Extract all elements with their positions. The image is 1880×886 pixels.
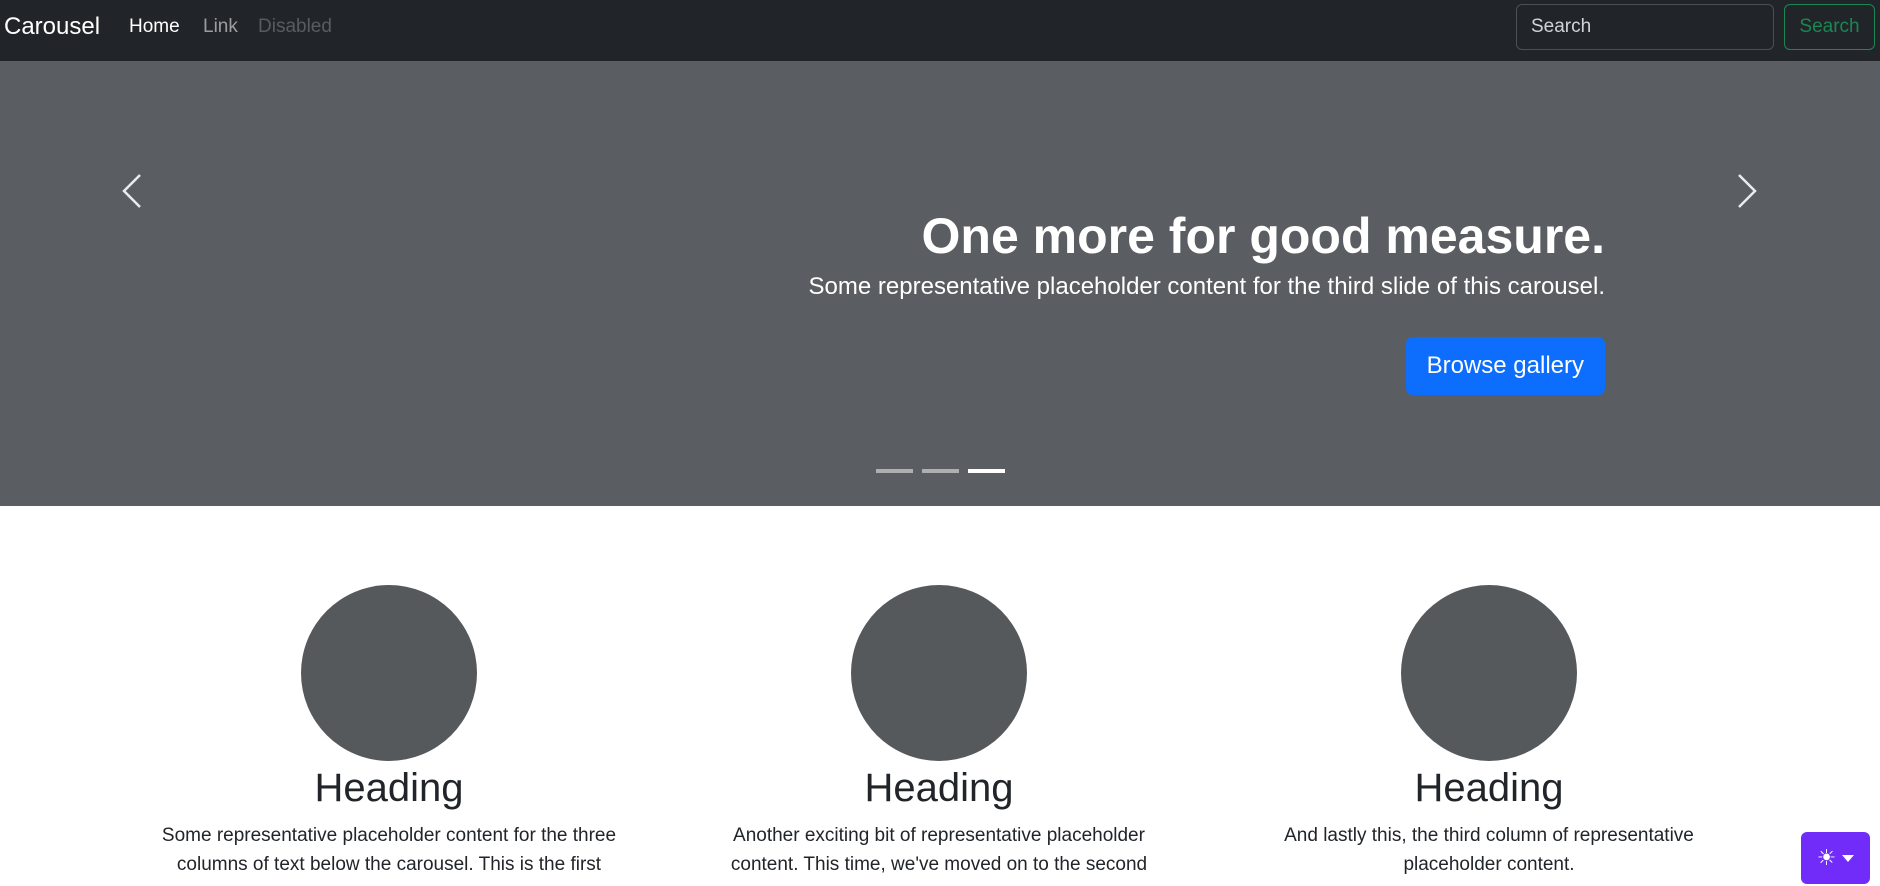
nav-link-home[interactable]: Home xyxy=(129,16,180,38)
caret-down-icon xyxy=(1842,854,1855,862)
carousel-indicators xyxy=(876,469,1005,473)
carousel-caption-text: Some representative placeholder content … xyxy=(808,273,1605,300)
nav-link-disabled: Disabled xyxy=(258,16,332,37)
carousel-indicator-1[interactable] xyxy=(876,469,913,473)
theme-toggle-button[interactable]: ☀ xyxy=(1801,832,1870,884)
chevron-right-icon xyxy=(1738,174,1757,208)
chevron-left-icon xyxy=(122,174,141,208)
hero-carousel: One more for good measure. Some represen… xyxy=(0,61,1880,506)
top-navbar: Carousel Home Link Disabled Search xyxy=(0,0,1880,61)
carousel-caption: One more for good measure. Some represen… xyxy=(809,208,1605,302)
column-text: Some representative placeholder content … xyxy=(161,825,617,875)
carousel-indicator-3[interactable] xyxy=(968,469,1005,473)
sun-icon: ☀ xyxy=(1816,845,1837,870)
column-text: And lastly this, the third column of rep… xyxy=(1284,825,1694,875)
marketing-column-2: Heading Another exciting bit of represen… xyxy=(709,585,1169,879)
column-heading: Heading xyxy=(314,766,464,810)
column-heading: Heading xyxy=(1414,766,1564,810)
carousel-next-button[interactable] xyxy=(1727,161,1767,221)
carousel-caption-title: One more for good measure. xyxy=(921,208,1605,264)
marketing-column-3: Heading And lastly this, the third colum… xyxy=(1259,585,1719,879)
navbar-brand[interactable]: Carousel xyxy=(4,13,100,41)
placeholder-circle-image xyxy=(851,585,1027,761)
placeholder-circle-image xyxy=(301,585,477,761)
column-text: Another exciting bit of representative p… xyxy=(730,825,1148,875)
nav-link-link[interactable]: Link xyxy=(203,16,238,38)
column-heading: Heading xyxy=(864,766,1014,810)
marketing-column-1: Heading Some representative placeholder … xyxy=(159,585,619,879)
carousel-prev-button[interactable] xyxy=(112,161,152,221)
search-button[interactable]: Search xyxy=(1784,4,1875,50)
search-input[interactable] xyxy=(1516,4,1774,50)
placeholder-circle-image xyxy=(1401,585,1577,761)
carousel-indicator-2[interactable] xyxy=(922,469,959,473)
browse-gallery-button[interactable]: Browse gallery xyxy=(1405,337,1605,395)
